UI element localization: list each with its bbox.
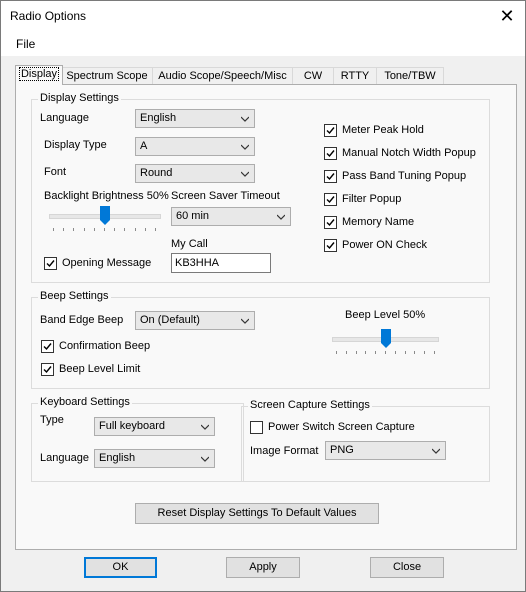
checkbox-box: [324, 239, 337, 252]
slider-tick: [53, 228, 54, 231]
checkmark-icon: [326, 173, 335, 181]
tab-tone-tbw[interactable]: Tone/TBW: [376, 67, 444, 85]
checkbox-box: [41, 340, 54, 353]
menu-file[interactable]: File: [16, 37, 35, 51]
font-select[interactable]: Round: [135, 164, 255, 183]
checkmark-icon: [43, 366, 52, 374]
keyboard-language-label: Language: [40, 452, 89, 464]
image-format-label: Image Format: [250, 445, 319, 457]
title-bar: Radio Options ✕: [1, 1, 525, 32]
display-settings-title: Display Settings: [38, 92, 121, 104]
screen-capture-settings-group: Screen Capture Settings Power Switch Scr…: [241, 399, 490, 482]
keyboard-settings-group: Keyboard Settings Type Full keyboard Lan…: [31, 396, 244, 482]
slider-tick: [63, 228, 65, 231]
checkbox-box: [324, 193, 337, 206]
language-label: Language: [40, 112, 89, 124]
checkbox-box: [324, 124, 337, 137]
slider-tick: [134, 228, 136, 231]
slider-tick: [434, 351, 435, 354]
keyboard-language-select[interactable]: English: [94, 449, 215, 468]
checkmark-icon: [326, 127, 335, 135]
display-settings-group: Display Settings Language English Displa…: [31, 92, 490, 283]
screen-saver-timeout-label: Screen Saver Timeout: [171, 190, 280, 202]
checkmark-icon: [43, 343, 52, 351]
beep-level-label: Beep Level 50%: [345, 309, 426, 321]
screen-capture-settings-title: Screen Capture Settings: [248, 399, 372, 411]
checkmark-icon: [326, 219, 335, 227]
slider-tick: [104, 228, 105, 231]
keyboard-type-label: Type: [40, 414, 64, 426]
image-format-select[interactable]: PNG: [325, 441, 446, 460]
slider-tick: [365, 351, 367, 354]
slider-thumb[interactable]: [100, 206, 110, 225]
tab-spectrum-scope[interactable]: Spectrum Scope: [61, 67, 153, 85]
slider-tick: [375, 351, 377, 354]
slider-tick: [114, 228, 116, 231]
screen-saver-timeout-select[interactable]: 60 min: [171, 207, 291, 226]
chevron-down-icon: [201, 456, 209, 462]
slider-tick: [155, 228, 156, 231]
checkmark-icon: [326, 150, 335, 158]
menu-bar: File: [1, 32, 525, 56]
display-type-label: Display Type: [44, 139, 107, 151]
font-label: Font: [44, 166, 67, 178]
slider-tick: [355, 351, 357, 354]
checkbox-box: [250, 421, 263, 434]
tab-cw[interactable]: CW: [292, 67, 334, 85]
checkbox-box: [324, 147, 337, 160]
beep-settings-title: Beep Settings: [38, 290, 111, 302]
display-type-select[interactable]: A: [135, 137, 255, 156]
slider-tick: [414, 351, 416, 354]
checkmark-icon: [326, 196, 335, 204]
chevron-down-icon: [432, 448, 440, 454]
slider-thumb[interactable]: [381, 329, 391, 348]
slider-tick: [336, 351, 337, 354]
chevron-down-icon: [241, 144, 249, 150]
my-call-label: My Call: [171, 238, 208, 250]
slider-tick: [73, 228, 75, 231]
checkbox-box: [44, 257, 57, 270]
slider-tick: [385, 351, 386, 354]
keyboard-settings-title: Keyboard Settings: [38, 396, 132, 408]
chevron-down-icon: [201, 424, 209, 430]
slider-tick: [424, 351, 426, 354]
beep-settings-group: Beep Settings Band Edge Beep On (Default…: [31, 290, 490, 389]
tab-audio-scope-speech-misc[interactable]: Audio Scope/Speech/Misc: [152, 67, 293, 85]
radio-options-window: Radio Options ✕ File Display Spectrum Sc…: [0, 0, 526, 592]
slider-tick: [144, 228, 146, 231]
slider-tick: [404, 351, 406, 354]
checkmark-icon: [326, 242, 335, 250]
reset-display-settings-button[interactable]: Reset Display Settings To Default Values: [135, 503, 379, 524]
slider-tick: [124, 228, 126, 231]
window-title: Radio Options: [10, 9, 87, 23]
band-edge-beep-label: Band Edge Beep: [40, 314, 124, 326]
chevron-down-icon: [277, 214, 285, 220]
language-select[interactable]: English: [135, 109, 255, 128]
close-button[interactable]: Close: [370, 557, 444, 578]
chevron-down-icon: [241, 171, 249, 177]
display-tab-panel: Display Settings Language English Displa…: [15, 84, 517, 550]
close-icon[interactable]: ✕: [497, 6, 517, 26]
slider-tick: [394, 351, 396, 354]
checkbox-box: [324, 170, 337, 183]
checkbox-box: [41, 363, 54, 376]
slider-tick: [83, 228, 85, 231]
ok-button[interactable]: OK: [84, 557, 157, 578]
beep-level-slider[interactable]: [332, 329, 440, 359]
chevron-down-icon: [241, 116, 249, 122]
tab-display[interactable]: Display: [15, 65, 63, 85]
chevron-down-icon: [241, 318, 249, 324]
tab-rtty[interactable]: RTTY: [333, 67, 377, 85]
keyboard-type-select[interactable]: Full keyboard: [94, 417, 215, 436]
band-edge-beep-select[interactable]: On (Default): [135, 311, 255, 330]
checkmark-icon: [46, 260, 55, 268]
checkbox-box: [324, 216, 337, 229]
my-call-input[interactable]: KB3HHA: [171, 253, 271, 273]
backlight-brightness-label: Backlight Brightness 50%: [44, 190, 169, 202]
slider-tick: [93, 228, 95, 231]
apply-button[interactable]: Apply: [226, 557, 300, 578]
slider-tick: [345, 351, 347, 354]
backlight-brightness-slider[interactable]: [49, 206, 161, 236]
